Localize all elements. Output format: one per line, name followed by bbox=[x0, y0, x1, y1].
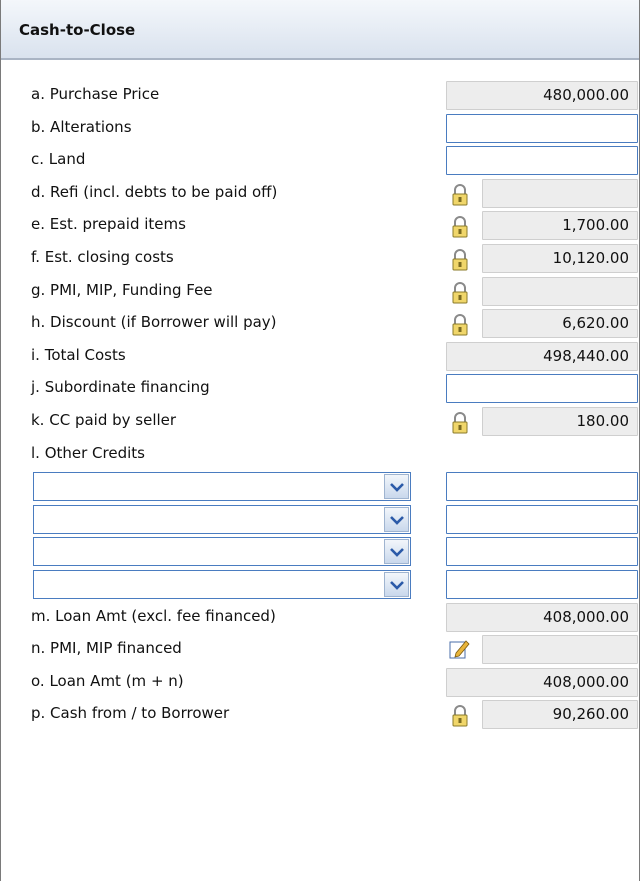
other-credit-row bbox=[1, 534, 639, 567]
dropdown-button[interactable] bbox=[384, 506, 409, 532]
row-est-prepaid-items: e. Est. prepaid items 1,700.00 bbox=[1, 208, 639, 241]
row-purchase-price: a. Purchase Price 480,000.00 bbox=[1, 78, 639, 111]
padlock-icon[interactable] bbox=[451, 216, 469, 238]
row-other-credits: l. Other Credits bbox=[1, 437, 639, 470]
cash-from-to-borrower-label: p. Cash from / to Borrower bbox=[31, 704, 230, 723]
row-refi: d. Refi (incl. debts to be paid off) bbox=[1, 176, 639, 209]
edit-pencil-icon[interactable] bbox=[448, 638, 470, 660]
other-credit-type-select[interactable] bbox=[33, 569, 411, 599]
padlock-icon[interactable] bbox=[451, 412, 469, 434]
land-label: c. Land bbox=[31, 150, 86, 169]
other-credit-amount-input[interactable] bbox=[446, 569, 638, 599]
other-credits-label: l. Other Credits bbox=[31, 443, 145, 462]
refi-value bbox=[482, 178, 638, 208]
other-credit-type-select[interactable] bbox=[33, 472, 411, 502]
alterations-label: b. Alterations bbox=[31, 117, 132, 136]
other-credit-row bbox=[1, 469, 639, 502]
est-closing-costs-value: 10,120.00 bbox=[482, 243, 638, 273]
total-costs-value: 498,440.00 bbox=[446, 341, 638, 371]
other-credit-row bbox=[1, 567, 639, 600]
cc-paid-by-seller-label: k. CC paid by seller bbox=[31, 410, 177, 429]
loan-amt-excl-fee-value: 408,000.00 bbox=[446, 602, 638, 632]
est-closing-costs-label: f. Est. closing costs bbox=[31, 247, 174, 266]
panel-header: Cash-to-Close bbox=[1, 0, 639, 60]
row-alterations: b. Alterations bbox=[1, 111, 639, 144]
refi-label: d. Refi (incl. debts to be paid off) bbox=[31, 182, 278, 201]
cash-to-close-rows: a. Purchase Price 480,000.00 b. Alterati… bbox=[1, 78, 639, 730]
other-credit-row bbox=[1, 502, 639, 535]
loan-amt-total-label: o. Loan Amt (m + n) bbox=[31, 671, 184, 690]
row-land: c. Land bbox=[1, 143, 639, 176]
discount-value: 6,620.00 bbox=[482, 309, 638, 339]
pmi-mip-funding-fee-value bbox=[482, 276, 638, 306]
row-loan-amt-excl-fee: m. Loan Amt (excl. fee financed) 408,000… bbox=[1, 600, 639, 633]
padlock-icon[interactable] bbox=[451, 282, 469, 304]
padlock-icon[interactable] bbox=[451, 705, 469, 727]
loan-amt-total-value: 408,000.00 bbox=[446, 667, 638, 697]
row-pmi-mip-financed: n. PMI, MIP financed bbox=[1, 632, 639, 665]
row-cc-paid-by-seller: k. CC paid by seller 180.00 bbox=[1, 404, 639, 437]
row-discount: h. Discount (if Borrower will pay) 6,620… bbox=[1, 306, 639, 339]
row-cash-from-to-borrower: p. Cash from / to Borrower 90,260.00 bbox=[1, 697, 639, 730]
subordinate-financing-input[interactable] bbox=[446, 374, 638, 404]
purchase-price-label: a. Purchase Price bbox=[31, 85, 160, 103]
total-costs-label: i. Total Costs bbox=[31, 345, 126, 364]
other-credit-amount-input[interactable] bbox=[446, 504, 638, 534]
alterations-input[interactable] bbox=[446, 113, 638, 143]
dropdown-button[interactable] bbox=[384, 539, 409, 565]
chevron-down-icon bbox=[390, 547, 404, 557]
est-prepaid-items-label: e. Est. prepaid items bbox=[31, 215, 186, 234]
padlock-icon[interactable] bbox=[451, 184, 469, 206]
pmi-mip-funding-fee-label: g. PMI, MIP, Funding Fee bbox=[31, 280, 213, 299]
cash-to-close-panel: Cash-to-Close a. Purchase Price 480,000.… bbox=[0, 0, 640, 881]
row-subordinate-financing: j. Subordinate financing bbox=[1, 371, 639, 404]
other-credit-amount-input[interactable] bbox=[446, 472, 638, 502]
row-est-closing-costs: f. Est. closing costs 10,120.00 bbox=[1, 241, 639, 274]
row-loan-amt-total: o. Loan Amt (m + n) 408,000.00 bbox=[1, 665, 639, 698]
dropdown-button[interactable] bbox=[384, 474, 409, 500]
other-credit-amount-input[interactable] bbox=[446, 537, 638, 567]
panel-title: Cash-to-Close bbox=[19, 21, 136, 39]
row-total-costs: i. Total Costs 498,440.00 bbox=[1, 339, 639, 372]
padlock-icon[interactable] bbox=[451, 249, 469, 271]
land-input[interactable] bbox=[446, 146, 638, 176]
pmi-mip-financed-label: n. PMI, MIP financed bbox=[31, 639, 182, 658]
pmi-mip-financed-value bbox=[482, 635, 638, 665]
loan-amt-excl-fee-label: m. Loan Amt (excl. fee financed) bbox=[31, 606, 276, 625]
other-credit-type-select[interactable] bbox=[33, 504, 411, 534]
purchase-price-value: 480,000.00 bbox=[446, 81, 638, 110]
row-pmi-mip-funding-fee: g. PMI, MIP, Funding Fee bbox=[1, 274, 639, 307]
chevron-down-icon bbox=[390, 580, 404, 590]
padlock-icon[interactable] bbox=[451, 314, 469, 336]
cash-from-to-borrower-value: 90,260.00 bbox=[482, 700, 638, 730]
discount-label: h. Discount (if Borrower will pay) bbox=[31, 313, 277, 332]
other-credit-type-select[interactable] bbox=[33, 537, 411, 567]
cc-paid-by-seller-value: 180.00 bbox=[482, 406, 638, 436]
chevron-down-icon bbox=[390, 515, 404, 525]
chevron-down-icon bbox=[390, 482, 404, 492]
dropdown-button[interactable] bbox=[384, 571, 409, 597]
subordinate-financing-label: j. Subordinate financing bbox=[31, 378, 210, 397]
est-prepaid-items-value: 1,700.00 bbox=[482, 211, 638, 241]
